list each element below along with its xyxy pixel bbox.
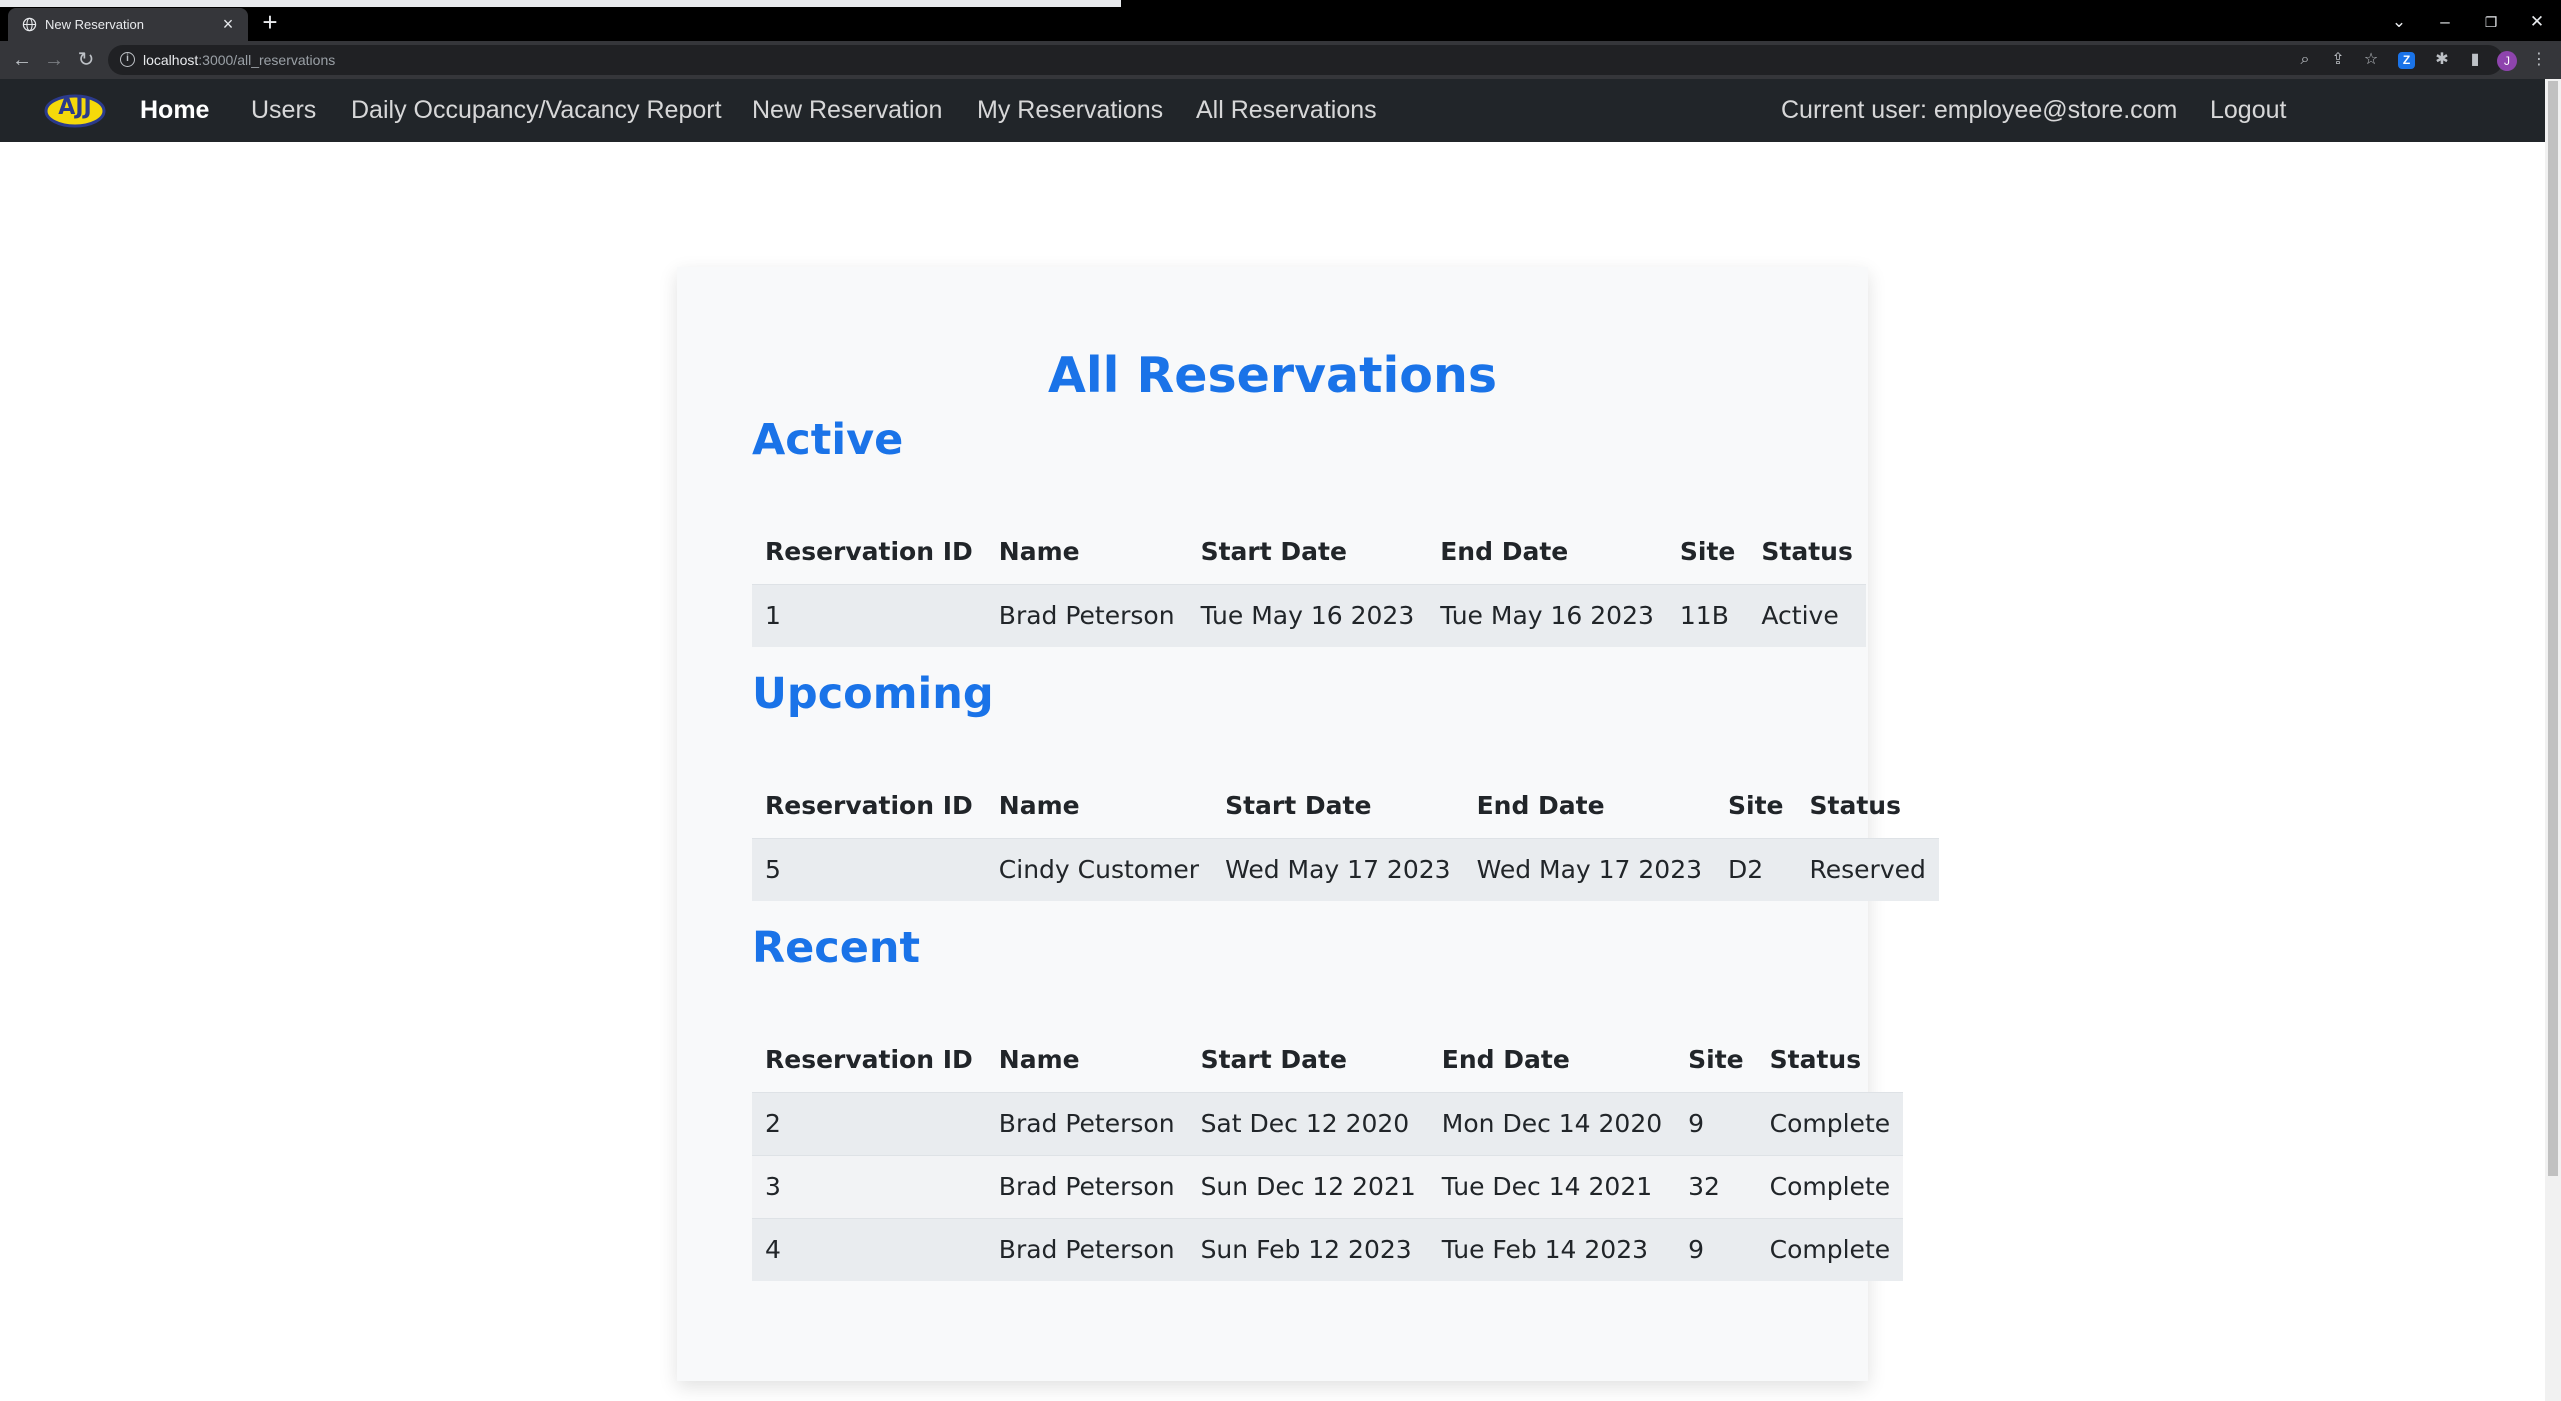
column-header: Start Date xyxy=(1225,791,1372,821)
close-window-button[interactable]: ✕ xyxy=(2520,8,2554,36)
chevron-down-icon[interactable]: ⌄ xyxy=(2382,8,2416,36)
reservation-name: Brad Peterson xyxy=(985,583,1188,647)
end-date: Tue Dec 14 2021 xyxy=(1428,1154,1676,1218)
status: Complete xyxy=(1756,1217,1904,1281)
new-tab-button[interactable]: + xyxy=(258,9,282,35)
side-panel-icon[interactable]: ▮ xyxy=(2463,48,2487,72)
active-table: Reservation ID Name Start Date End Date … xyxy=(752,520,1866,647)
column-header: Site xyxy=(1728,791,1784,821)
column-header: Status xyxy=(1809,791,1901,821)
column-header: Reservation ID xyxy=(765,1045,973,1075)
avatar[interactable]: J xyxy=(2497,51,2517,71)
column-header: Start Date xyxy=(1200,537,1347,567)
scrollbar-thumb[interactable] xyxy=(2548,81,2558,1176)
page-title: All Reservations xyxy=(1047,347,1498,404)
page-scrollbar[interactable] xyxy=(2545,79,2561,1401)
end-date: Tue Feb 14 2023 xyxy=(1428,1217,1676,1281)
nav-logout[interactable]: Logout xyxy=(2210,79,2286,142)
url-text[interactable]: localhost:3000/all_reservations xyxy=(143,52,335,68)
close-icon[interactable]: × xyxy=(216,12,240,36)
table-row: 1 Brad Peterson Tue May 16 2023 Tue May … xyxy=(752,583,1866,647)
column-header: Site xyxy=(1688,1045,1744,1075)
reservation-id: 4 xyxy=(752,1217,986,1281)
nav-all-reservations[interactable]: All Reservations xyxy=(1196,79,1377,142)
status: Active xyxy=(1748,583,1866,647)
reservation-name: Brad Peterson xyxy=(985,1091,1188,1155)
info-icon[interactable]: i xyxy=(120,52,135,67)
nav-my-reservations[interactable]: My Reservations xyxy=(977,79,1163,142)
column-header: End Date xyxy=(1441,1045,1570,1075)
table-row: 3 Brad Peterson Sun Dec 12 2021 Tue Dec … xyxy=(752,1154,1904,1218)
column-header: Name xyxy=(998,537,1080,567)
site: 9 xyxy=(1675,1091,1757,1155)
status: Reserved xyxy=(1796,837,1939,901)
column-header: Start Date xyxy=(1200,1045,1347,1075)
status: Complete xyxy=(1756,1154,1904,1218)
browser-tab[interactable]: New Reservation × xyxy=(8,8,248,41)
status: Complete xyxy=(1756,1091,1904,1155)
tab-title: New Reservation xyxy=(45,17,144,32)
table-row: 2 Brad Peterson Sat Dec 12 2020 Mon Dec … xyxy=(752,1091,1904,1155)
app-navbar: AJJ Home Users Daily Occupancy/Vacancy R… xyxy=(0,79,2545,142)
minimize-button[interactable]: – xyxy=(2428,8,2462,36)
reservation-id: 2 xyxy=(752,1091,986,1155)
current-user: Current user: employee@store.com xyxy=(1781,96,2178,124)
reservation-name: Cindy Customer xyxy=(985,837,1213,901)
address-bar[interactable]: i localhost:3000/all_reservations xyxy=(108,45,2503,75)
section-title-active: Active xyxy=(752,415,904,465)
table-row: 4 Brad Peterson Sun Feb 12 2023 Tue Feb … xyxy=(752,1217,1904,1281)
upcoming-table: Reservation ID Name Start Date End Date … xyxy=(752,774,1939,901)
reservations-card: All Reservations Active Reservation ID N… xyxy=(677,267,1939,1381)
zoom-icon[interactable]: ⌕ xyxy=(2293,48,2317,72)
reservation-id: 5 xyxy=(752,837,986,901)
loading-bar xyxy=(0,0,1121,7)
column-header: Site xyxy=(1679,537,1736,567)
forward-button[interactable]: → xyxy=(42,48,66,72)
logo-text: AJJ xyxy=(58,95,92,120)
globe-icon xyxy=(22,17,37,32)
column-header: Reservation ID xyxy=(765,537,973,567)
section-title-recent: Recent xyxy=(752,923,921,973)
nav-new-reservation[interactable]: New Reservation xyxy=(752,79,942,142)
site: 11B xyxy=(1666,583,1749,647)
extensions-icon[interactable]: ✱ xyxy=(2430,48,2454,72)
column-header: Status xyxy=(1761,537,1853,567)
reservation-id: 3 xyxy=(752,1154,986,1218)
site: D2 xyxy=(1715,837,1797,901)
end-date: Wed May 17 2023 xyxy=(1463,837,1716,901)
site: 32 xyxy=(1675,1154,1757,1218)
browser-toolbar: ← → ↻ i localhost:3000/all_reservations … xyxy=(0,41,2561,79)
bookmark-star-icon[interactable]: ☆ xyxy=(2359,48,2383,72)
column-header: Name xyxy=(998,791,1080,821)
start-date: Sun Feb 12 2023 xyxy=(1187,1217,1429,1281)
extension-z-icon[interactable]: Z xyxy=(2398,52,2415,69)
recent-table: Reservation ID Name Start Date End Date … xyxy=(752,1028,1904,1281)
end-date: Tue May 16 2023 xyxy=(1427,583,1667,647)
nav-users[interactable]: Users xyxy=(251,79,316,142)
start-date: Sat Dec 12 2020 xyxy=(1187,1091,1429,1155)
end-date: Mon Dec 14 2020 xyxy=(1428,1091,1676,1155)
start-date: Sun Dec 12 2021 xyxy=(1187,1154,1429,1218)
section-title-upcoming: Upcoming xyxy=(752,669,994,719)
column-header: Name xyxy=(998,1045,1080,1075)
nav-report[interactable]: Daily Occupancy/Vacancy Report xyxy=(351,79,722,142)
column-header: End Date xyxy=(1440,537,1569,567)
reservation-name: Brad Peterson xyxy=(985,1217,1188,1281)
start-date: Wed May 17 2023 xyxy=(1212,837,1464,901)
nav-home[interactable]: Home xyxy=(140,79,209,142)
menu-icon[interactable]: ⋮ xyxy=(2527,48,2551,72)
column-header: End Date xyxy=(1476,791,1605,821)
column-header: Status xyxy=(1769,1045,1862,1075)
start-date: Tue May 16 2023 xyxy=(1187,583,1428,647)
reservation-id: 1 xyxy=(752,583,986,647)
column-header: Reservation ID xyxy=(765,791,973,821)
reload-button[interactable]: ↻ xyxy=(74,48,98,72)
table-row: 5 Cindy Customer Wed May 17 2023 Wed May… xyxy=(752,837,1939,901)
browser-tabbar: New Reservation × + ⌄ – ❐ ✕ xyxy=(0,0,2561,41)
site: 9 xyxy=(1675,1217,1757,1281)
share-icon[interactable]: ⇪ xyxy=(2326,48,2350,72)
restore-button[interactable]: ❐ xyxy=(2474,8,2508,36)
back-button[interactable]: ← xyxy=(10,48,34,72)
reservation-name: Brad Peterson xyxy=(985,1154,1188,1218)
